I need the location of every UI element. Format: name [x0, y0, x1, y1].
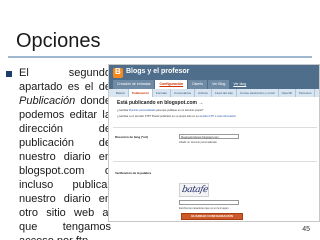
page-number: 45	[302, 226, 310, 233]
blog-address-label: Dirección de blog (*url)	[115, 135, 149, 139]
add-custom-domain-link[interactable]: Añadir un dominio personalizado	[179, 141, 217, 144]
blog-address-suffix: .blogspot.com	[201, 135, 219, 139]
tab-diseno[interactable]: Diseño	[188, 80, 208, 89]
word-verification-label: Verificación de la palabra	[115, 171, 152, 175]
blog-title: Blogs y el profesor	[126, 68, 190, 75]
subtab-permisos[interactable]: Permisos	[296, 89, 316, 97]
subtab-archivo[interactable]: Archivo	[195, 89, 213, 97]
line-text: para que publique en un dominio propio?	[155, 109, 204, 112]
subtab-feed[interactable]: Feed del sitio	[212, 89, 237, 97]
tab-creacion[interactable]: Creación de entradas	[113, 80, 155, 89]
line-text: ¿Cambiar a un servidor FTP? Puede public…	[117, 115, 200, 118]
divider	[113, 161, 317, 162]
bullet-text-part: donde podemos editar la dirección de pub…	[19, 95, 111, 240]
publishing-heading: Está publicando en blogspot.com →	[117, 100, 204, 106]
ftp-server-link[interactable]: servidor FTP	[199, 115, 214, 118]
more-info-link[interactable]: más información	[217, 115, 236, 118]
bullet-emphasis: Publicación	[19, 95, 76, 107]
blogger-logo-icon: B	[113, 67, 123, 78]
captcha-text: batafe	[181, 185, 209, 195]
blogger-header: B Blogs y el profesor Creación de entrad…	[109, 65, 319, 89]
title-divider	[8, 56, 312, 58]
bullet-text-part: El segundo apartado es el de	[19, 67, 111, 93]
captcha-image: batafe	[179, 183, 209, 197]
ftp-line: ¿Cambiar a un servidor FTP? Puede public…	[117, 115, 317, 118]
view-blog-link[interactable]: Ver blog	[230, 80, 249, 89]
slide-title: Opciones	[16, 30, 101, 52]
subtab-openid[interactable]: OpenID	[279, 89, 296, 97]
captcha-instructions: Escriba los caracteres que ve en la imag…	[179, 207, 230, 210]
slide: Opciones El segundo apartado es el de Pu…	[0, 0, 320, 240]
subtab-formato[interactable]: Formato	[153, 89, 172, 97]
tab-configuracion[interactable]: Configuración	[155, 80, 188, 89]
main-tabs: Creación de entradas Configuración Diseñ…	[113, 80, 249, 89]
subtab-correo[interactable]: Correo electrónico y móvil	[237, 89, 279, 97]
blogger-screenshot: B Blogs y el profesor Creación de entrad…	[108, 64, 320, 222]
captcha-input[interactable]	[179, 200, 239, 205]
custom-domain-link[interactable]: Dominio personalizado	[129, 109, 155, 112]
bullet-text: El segundo apartado es el de Publicación…	[19, 66, 111, 240]
subtab-basico[interactable]: Básico	[113, 89, 130, 97]
custom-domain-line: ¿Cambiar Dominio personalizado para que …	[117, 109, 317, 112]
subtab-comentarios[interactable]: Comentarios	[171, 89, 196, 97]
divider	[113, 127, 317, 128]
line-text: ¿Cambiar	[117, 109, 130, 112]
tab-ver-blog[interactable]: Ver Blog	[208, 80, 230, 89]
settings-subtabs: Básico Publicación Formato Comentarios A…	[109, 89, 319, 97]
bullet-square-icon	[6, 71, 12, 77]
blog-address-input[interactable]: blogsyelprofesor.blogspot.com	[179, 134, 239, 139]
blog-address-value: blogsyelprofesor	[181, 135, 202, 139]
subtab-publicacion[interactable]: Publicación	[129, 89, 153, 97]
save-settings-button[interactable]: GUARDAR CONFIGURACIÓN	[181, 213, 243, 220]
